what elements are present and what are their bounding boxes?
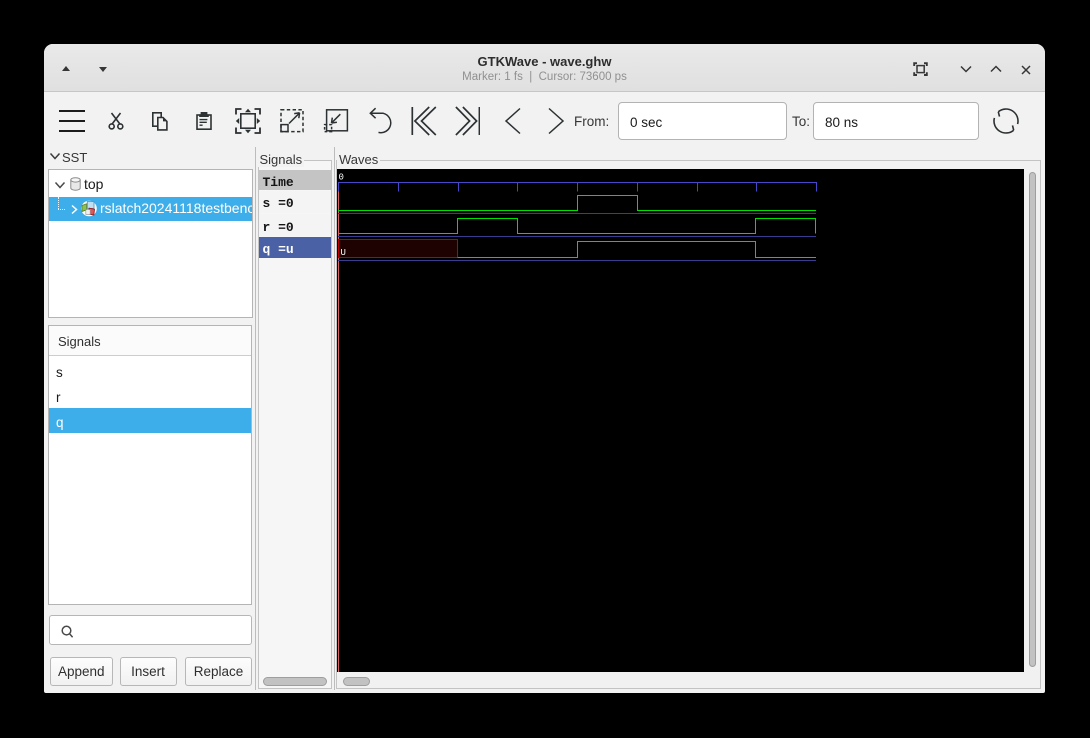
svg-text:U: U — [341, 248, 346, 258]
svg-text:0: 0 — [339, 173, 344, 183]
